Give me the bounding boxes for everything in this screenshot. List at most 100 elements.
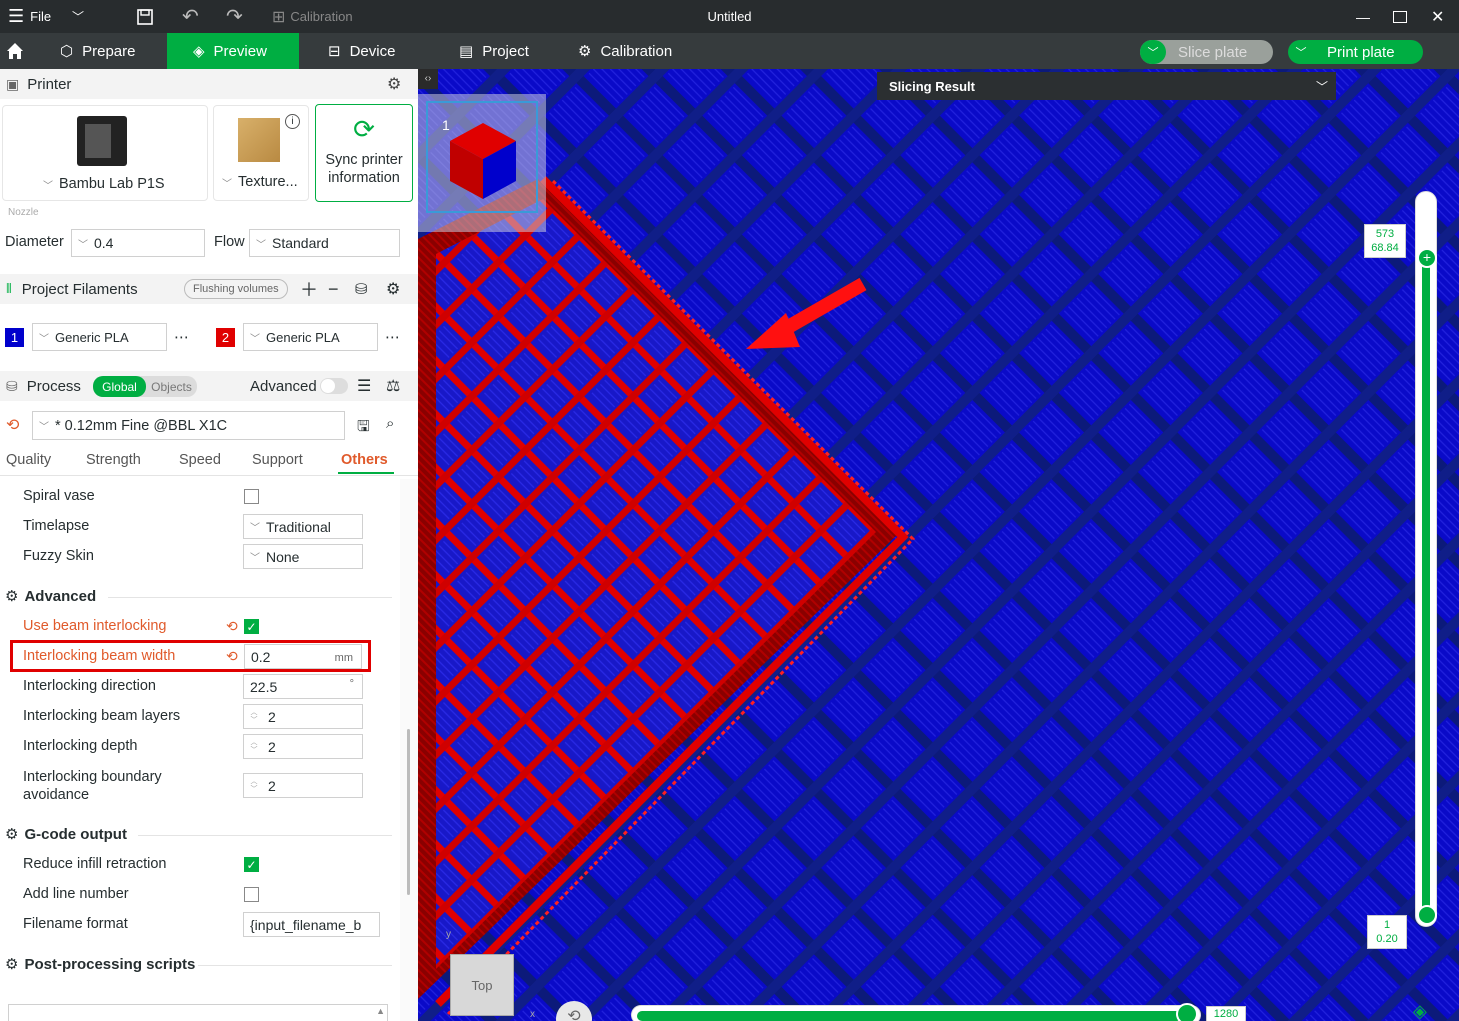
move-slider-track[interactable]	[631, 1005, 1201, 1021]
tab-strength[interactable]: Strength	[86, 452, 141, 468]
stepper-arrows-icon[interactable]: ︿ ﹀	[244, 778, 264, 794]
layer-slider-track[interactable]	[1415, 191, 1437, 927]
tab-others[interactable]: Others	[341, 452, 388, 468]
file-dropdown-chevron-icon[interactable]: ﹀	[72, 0, 84, 33]
printer-dropdown-chevron-icon[interactable]: ﹀	[43, 177, 53, 192]
reset-beam-interlocking-icon[interactable]: ⟲	[226, 618, 238, 635]
filament-2-select[interactable]: ﹀ Generic PLA	[243, 323, 378, 351]
device-icon: ⊟	[328, 43, 341, 60]
compare-presets-icon[interactable]: ⚖	[386, 376, 400, 396]
save-preset-icon[interactable]: 🖫	[357, 416, 370, 441]
global-toggle-option[interactable]: Global	[93, 376, 146, 397]
filament-1-select[interactable]: ﹀ Generic PLA	[32, 323, 167, 351]
fuzzy-skin-select[interactable]: ﹀ None	[243, 544, 363, 569]
filament-2-name: Generic PLA	[266, 329, 340, 345]
plate-dropdown-chevron-icon[interactable]: ﹀	[222, 175, 232, 190]
reset-preset-icon[interactable]: ⟲	[6, 415, 19, 435]
scrollbar-thumb[interactable]	[407, 729, 410, 895]
slice-dropdown-chevron-icon[interactable]: ﹀	[1140, 40, 1166, 64]
add-line-number-checkbox[interactable]	[244, 887, 259, 902]
slicing-result-bar[interactable]: Slicing Result ﹀	[877, 72, 1336, 100]
post-processing-scripts-input[interactable]: ▲	[8, 1004, 388, 1021]
objects-toggle-option[interactable]: Objects	[146, 376, 197, 397]
search-icon[interactable]: ⌕	[386, 415, 394, 432]
timelapse-select[interactable]: ﹀ Traditional	[243, 514, 363, 539]
use-beam-interlocking-checkbox[interactable]: ✓	[244, 619, 259, 634]
filename-format-input[interactable]: {input_filename_b	[243, 912, 380, 937]
stepper-arrows-icon[interactable]: ︿ ﹀	[244, 709, 264, 725]
tab-support[interactable]: Support	[252, 452, 303, 468]
undo-icon[interactable]: ↶	[182, 0, 199, 33]
interlocking-beam-width-input[interactable]: 0.2 mm	[244, 644, 362, 669]
remove-filament-icon[interactable]: −	[328, 279, 339, 300]
interlocking-beam-layers-label: Interlocking beam layers	[23, 708, 181, 724]
sync-printer-button[interactable]: ⟳ Sync printer information	[315, 104, 413, 202]
interlocking-beam-layers-stepper[interactable]: ︿ ﹀ 2	[243, 704, 363, 729]
layers-legend-icon[interactable]: ◈	[1413, 1001, 1427, 1021]
home-icon[interactable]	[5, 33, 29, 69]
printer-settings-gear-icon[interactable]: ⚙	[387, 74, 401, 94]
3d-viewport[interactable]: ‹› 1 Slicing Result ﹀ + 573 68.84 1 0.20…	[418, 69, 1459, 1021]
global-objects-toggle[interactable]: Global Objects	[93, 376, 197, 397]
save-icon[interactable]	[136, 0, 154, 33]
filament-sync-icon[interactable]: ⛁	[355, 280, 368, 298]
tab-preview[interactable]: ◈ Preview	[167, 33, 299, 69]
scroll-up-icon[interactable]: ▲	[376, 1006, 385, 1016]
info-icon[interactable]: i	[285, 114, 300, 129]
settings-scrollbar[interactable]	[400, 479, 418, 1021]
file-menu[interactable]: ☰ File	[8, 0, 51, 33]
tab-speed[interactable]: Speed	[179, 452, 221, 468]
sync-label-line1: Sync printer	[325, 152, 403, 168]
interlocking-boundary-stepper[interactable]: ︿ ﹀ 2	[243, 773, 363, 798]
filename-format-value: {input_filename_b	[250, 916, 362, 933]
flushing-volumes-button[interactable]: Flushing volumes	[184, 279, 288, 299]
filament-settings-gear-icon[interactable]: ⚙	[386, 279, 400, 299]
tab-project[interactable]: ▤ Project	[459, 33, 529, 69]
move-slider-handle[interactable]	[1176, 1003, 1198, 1021]
tab-calibration-label: Calibration	[600, 42, 673, 60]
slice-plate-button[interactable]: ﹀ Slice plate	[1140, 40, 1273, 64]
flow-select[interactable]: ﹀ Standard	[249, 229, 400, 257]
tab-prepare-label: Prepare	[82, 42, 136, 60]
axis-y-label: y	[446, 929, 451, 940]
filament-1-more-icon[interactable]: ⋯	[174, 328, 189, 346]
tab-calibration[interactable]: ⚙ Calibration	[578, 33, 672, 69]
process-preset-select[interactable]: ﹀ * 0.12mm Fine @BBL X1C	[32, 411, 345, 440]
reduce-infill-retraction-checkbox[interactable]: ✓	[244, 857, 259, 872]
interlocking-depth-stepper[interactable]: ︿ ﹀ 2	[243, 734, 363, 759]
minimize-icon[interactable]: —	[1356, 0, 1370, 33]
calibration-title-button[interactable]: ⊞ Calibration	[272, 0, 353, 33]
printer-card[interactable]: ﹀ Bambu Lab P1S	[2, 105, 208, 201]
tab-device[interactable]: ⊟ Device	[328, 33, 395, 69]
tab-quality[interactable]: Quality	[6, 452, 51, 468]
tab-prepare[interactable]: ⬡ Prepare	[60, 33, 135, 69]
add-filament-icon[interactable]: ＋	[300, 276, 318, 302]
close-icon[interactable]: ✕	[1431, 0, 1444, 33]
stepper-arrows-icon[interactable]: ︿ ﹀	[244, 739, 264, 755]
add-line-number-label: Add line number	[23, 886, 129, 902]
plate-type-card[interactable]: i ﹀ Texture...	[213, 105, 309, 201]
tab-project-label: Project	[482, 42, 529, 60]
layer-slider-top-handle[interactable]: +	[1417, 248, 1437, 268]
advanced-toggle[interactable]	[320, 378, 348, 394]
diameter-value: 0.4	[94, 235, 114, 251]
print-dropdown-chevron-icon[interactable]: ﹀	[1288, 40, 1314, 64]
process-header-label: Process	[26, 377, 81, 395]
interlocking-direction-input[interactable]: 22.5 °	[243, 674, 363, 699]
print-plate-button[interactable]: ﹀ Print plate	[1288, 40, 1423, 64]
layer-slider-bottom-handle[interactable]	[1417, 905, 1437, 925]
expand-chevron-icon[interactable]: ﹀	[1316, 78, 1328, 95]
filament-1-swatch[interactable]: 1	[5, 328, 24, 347]
view-cube[interactable]: Top	[450, 954, 514, 1016]
collapse-sidebar-icon[interactable]: ‹›	[418, 69, 438, 89]
list-view-icon[interactable]: ☰	[357, 376, 371, 396]
spiral-vase-label: Spiral vase	[23, 488, 95, 504]
plate-thumbnail[interactable]: 1	[426, 101, 538, 213]
redo-icon[interactable]: ↷	[226, 0, 243, 33]
maximize-icon[interactable]	[1393, 0, 1407, 33]
spiral-vase-checkbox[interactable]	[244, 489, 259, 504]
filament-2-more-icon[interactable]: ⋯	[385, 328, 400, 346]
diameter-select[interactable]: ﹀ 0.4	[71, 229, 205, 257]
filament-2-swatch[interactable]: 2	[216, 328, 235, 347]
reset-beam-width-icon[interactable]: ⟲	[226, 648, 238, 665]
